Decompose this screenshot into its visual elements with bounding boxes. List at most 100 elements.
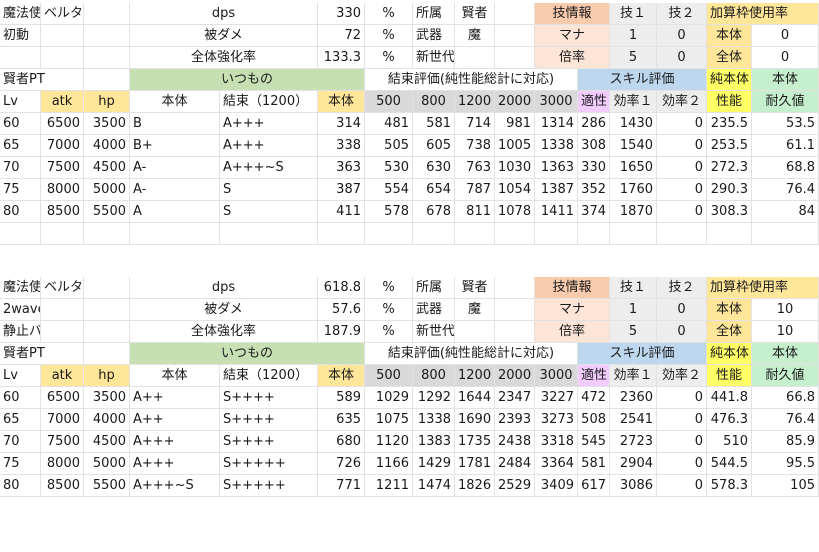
empty-cell[interactable] xyxy=(578,223,610,245)
column-header[interactable]: 3000 xyxy=(535,91,578,113)
table-cell[interactable]: 330 xyxy=(578,157,610,179)
table-cell[interactable]: 1075 xyxy=(365,409,413,431)
info-cell[interactable]: 技１ xyxy=(610,3,657,25)
empty-cell[interactable] xyxy=(535,223,578,245)
table-cell[interactable]: 578 xyxy=(365,201,413,223)
info-cell[interactable]: 初動 xyxy=(0,25,41,47)
table-cell[interactable]: 60 xyxy=(0,387,41,409)
table-cell[interactable]: 6500 xyxy=(41,387,84,409)
table-cell[interactable]: 1540 xyxy=(610,135,657,157)
info-cell[interactable]: 0 xyxy=(657,321,707,343)
header-blank[interactable] xyxy=(84,343,130,365)
column-header[interactable]: 500 xyxy=(365,91,413,113)
table-cell[interactable]: 4500 xyxy=(84,157,130,179)
table-cell[interactable]: A++ xyxy=(130,409,220,431)
table-cell[interactable]: A xyxy=(130,201,220,223)
table-cell[interactable]: 714 xyxy=(455,113,495,135)
table-cell[interactable]: 2904 xyxy=(610,453,657,475)
info-cell[interactable] xyxy=(84,277,130,299)
info-cell[interactable] xyxy=(455,47,495,69)
info-cell[interactable]: 全体強化率 xyxy=(130,321,318,343)
table-cell[interactable]: 605 xyxy=(413,135,455,157)
table-cell[interactable]: 95.5 xyxy=(752,453,819,475)
info-cell[interactable]: 静止バフ xyxy=(0,321,41,343)
table-cell[interactable]: 654 xyxy=(413,179,455,201)
table-cell[interactable]: 1166 xyxy=(365,453,413,475)
column-header[interactable]: 効率１ xyxy=(610,91,657,113)
table-cell[interactable]: 680 xyxy=(318,431,365,453)
table-cell[interactable]: 60 xyxy=(0,113,41,135)
group-header-kessoku[interactable]: 結束評価(純性能総計に対応) xyxy=(365,343,578,365)
empty-cell[interactable] xyxy=(0,223,41,245)
empty-cell[interactable] xyxy=(657,223,707,245)
table-cell[interactable]: 2393 xyxy=(495,409,535,431)
info-cell[interactable]: 133.3 xyxy=(318,47,365,69)
info-cell[interactable]: 0 xyxy=(657,25,707,47)
table-cell[interactable]: 481 xyxy=(365,113,413,135)
table-cell[interactable]: 1474 xyxy=(413,475,455,497)
table-cell[interactable]: 7500 xyxy=(41,431,84,453)
table-cell[interactable]: 85.9 xyxy=(752,431,819,453)
table-cell[interactable]: 61.1 xyxy=(752,135,819,157)
group-header-body[interactable]: 本体 xyxy=(752,343,819,365)
table-cell[interactable]: 2484 xyxy=(495,453,535,475)
info-cell[interactable]: 0 xyxy=(657,299,707,321)
table-cell[interactable]: 0 xyxy=(657,135,707,157)
section-title[interactable]: 賢者PT xyxy=(0,69,84,91)
table-cell[interactable]: 1781 xyxy=(455,453,495,475)
group-header-pure[interactable]: 純本体 xyxy=(707,69,752,91)
info-cell[interactable]: % xyxy=(365,299,413,321)
table-cell[interactable]: 1690 xyxy=(455,409,495,431)
table-cell[interactable]: 2438 xyxy=(495,431,535,453)
info-cell[interactable] xyxy=(495,25,535,47)
info-cell[interactable]: ベルタ xyxy=(41,3,84,25)
info-cell[interactable]: 倍率 xyxy=(535,321,610,343)
table-cell[interactable]: 80 xyxy=(0,475,41,497)
info-cell[interactable] xyxy=(495,321,535,343)
table-cell[interactable]: 1120 xyxy=(365,431,413,453)
group-header-body[interactable]: 本体 xyxy=(752,69,819,91)
info-cell[interactable]: 618.8 xyxy=(318,277,365,299)
table-cell[interactable]: 53.5 xyxy=(752,113,819,135)
info-cell[interactable] xyxy=(84,47,130,69)
column-header[interactable]: atk xyxy=(41,91,84,113)
info-cell[interactable]: 全体強化率 xyxy=(130,47,318,69)
info-cell[interactable]: 330 xyxy=(318,3,365,25)
table-cell[interactable]: B xyxy=(130,113,220,135)
empty-cell[interactable] xyxy=(610,223,657,245)
table-cell[interactable]: A+++ xyxy=(220,113,318,135)
table-cell[interactable]: 0 xyxy=(657,387,707,409)
table-cell[interactable]: 387 xyxy=(318,179,365,201)
column-header[interactable]: hp xyxy=(84,91,130,113)
column-header[interactable]: hp xyxy=(84,365,130,387)
info-cell[interactable] xyxy=(84,321,130,343)
table-cell[interactable]: 1314 xyxy=(535,113,578,135)
table-cell[interactable]: 787 xyxy=(455,179,495,201)
table-cell[interactable]: 0 xyxy=(657,475,707,497)
table-cell[interactable]: 308.3 xyxy=(707,201,752,223)
info-label[interactable]: 本体 xyxy=(707,299,752,321)
info-cell[interactable] xyxy=(84,25,130,47)
table-cell[interactable]: 1644 xyxy=(455,387,495,409)
table-cell[interactable]: 84 xyxy=(752,201,819,223)
section-title[interactable]: 賢者PT xyxy=(0,343,84,365)
table-cell[interactable]: 7500 xyxy=(41,157,84,179)
table-cell[interactable]: 545 xyxy=(578,431,610,453)
column-header[interactable]: 効率１ xyxy=(610,365,657,387)
empty-cell[interactable] xyxy=(707,223,752,245)
table-cell[interactable]: 68.8 xyxy=(752,157,819,179)
info-cell[interactable]: 加算枠使用率 xyxy=(707,3,819,25)
column-header[interactable]: 本体 xyxy=(130,365,220,387)
info-cell[interactable] xyxy=(495,3,535,25)
info-cell[interactable]: 1 xyxy=(610,25,657,47)
info-cell[interactable] xyxy=(84,299,130,321)
info-cell[interactable] xyxy=(495,299,535,321)
column-header[interactable]: 本体 xyxy=(130,91,220,113)
column-header[interactable]: 本体 xyxy=(318,365,365,387)
info-cell[interactable]: 5 xyxy=(610,321,657,343)
info-cell[interactable]: 武器 xyxy=(413,299,455,321)
info-cell[interactable]: 魔 xyxy=(455,25,495,47)
table-cell[interactable]: 578.3 xyxy=(707,475,752,497)
table-cell[interactable]: 4000 xyxy=(84,409,130,431)
table-cell[interactable]: 75 xyxy=(0,179,41,201)
